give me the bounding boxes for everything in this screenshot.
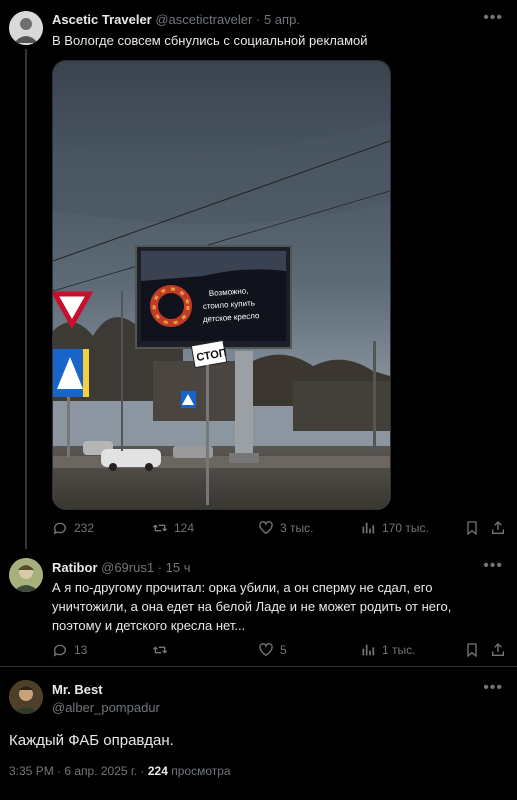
bookmark-button[interactable] [464, 520, 480, 536]
views-count: 1 тыс. [382, 643, 416, 657]
tweet-actions: 13 5 1 тыс. [52, 642, 504, 662]
like-count: 5 [280, 643, 287, 657]
tweet-meta: 3:35 PM · 6 апр. 2025 г. · 224 просмотра [9, 764, 231, 778]
like-icon [259, 643, 273, 657]
handle[interactable]: @69rus1 [101, 560, 154, 575]
tweet-text: В Вологде совсем сбнулись с социальной р… [52, 33, 368, 48]
views-icon [362, 522, 375, 534]
timestamp[interactable]: 5 апр. [264, 12, 300, 27]
views-count: 170 тыс. [382, 521, 429, 535]
tweet-3[interactable]: Mr. Best @alber_pompadur ••• Каждый ФАБ … [0, 667, 517, 800]
tweet-text: Каждый ФАБ оправдан. [9, 732, 174, 749]
reply-button[interactable]: 13 [52, 642, 87, 658]
repost-icon [152, 524, 168, 532]
display-name[interactable]: Mr. Best [52, 682, 103, 697]
like-button[interactable]: 5 [258, 642, 287, 658]
like-count: 3 тыс. [280, 521, 314, 535]
view-count: 224 [147, 764, 168, 778]
repost-button[interactable]: 124 [152, 520, 194, 536]
views-label: просмотра [171, 764, 231, 778]
timestamp[interactable]: 3:35 PM · 6 апр. 2025 г. [9, 764, 137, 778]
repost-button[interactable] [152, 642, 168, 658]
views-icon [362, 644, 375, 656]
repost-count: 124 [174, 521, 195, 535]
views-button[interactable]: 170 тыс. [360, 520, 429, 536]
handle[interactable]: @alber_pompadur [52, 700, 160, 715]
share-icon [492, 643, 504, 656]
tweet-text: А я по-другому прочитал: орка убили, а о… [52, 580, 452, 633]
display-name-block: Mr. Best [52, 682, 103, 697]
tweet-actions: 232 124 3 тыс. 170 тыс. [52, 520, 504, 540]
avatar[interactable] [9, 11, 43, 45]
like-icon [259, 521, 273, 535]
views-button[interactable]: 1 тыс. [360, 642, 415, 658]
repost-icon [152, 646, 168, 654]
more-icon[interactable]: ••• [483, 9, 503, 27]
timestamp[interactable]: 15 ч [166, 560, 191, 575]
share-button[interactable] [490, 520, 506, 536]
reply-count: 232 [74, 521, 95, 535]
reply-button[interactable]: 232 [52, 520, 94, 536]
display-name[interactable]: Ratibor [52, 560, 98, 575]
more-icon[interactable]: ••• [483, 679, 503, 697]
avatar[interactable] [9, 680, 43, 714]
tweet-photo[interactable]: Возможно, стоило купить детское кресло С… [52, 60, 391, 510]
reply-icon [53, 522, 66, 535]
billboard-photo: Возможно, стоило купить детское кресло С… [53, 61, 390, 509]
tweet-header: Ratibor @69rus1 · 15 ч [52, 560, 191, 575]
share-icon [492, 521, 504, 534]
bookmark-icon [467, 643, 477, 658]
bookmark-button[interactable] [464, 642, 480, 658]
avatar[interactable] [9, 558, 43, 592]
more-icon[interactable]: ••• [483, 557, 503, 575]
thread-line [25, 49, 27, 549]
bookmark-icon [467, 521, 477, 536]
reply-count: 13 [74, 643, 88, 657]
tweet-1[interactable]: Ascetic Traveler @ascetictraveler · 5 ап… [0, 0, 517, 549]
tweet-header: Ascetic Traveler @ascetictraveler · 5 ап… [52, 12, 300, 27]
reply-icon [53, 644, 66, 657]
display-name[interactable]: Ascetic Traveler [52, 12, 152, 27]
tweet-2[interactable]: Ratibor @69rus1 · 15 ч ••• А я по-другом… [0, 545, 517, 665]
share-button[interactable] [490, 642, 506, 658]
like-button[interactable]: 3 тыс. [258, 520, 313, 536]
handle[interactable]: @ascetictraveler [155, 12, 252, 27]
